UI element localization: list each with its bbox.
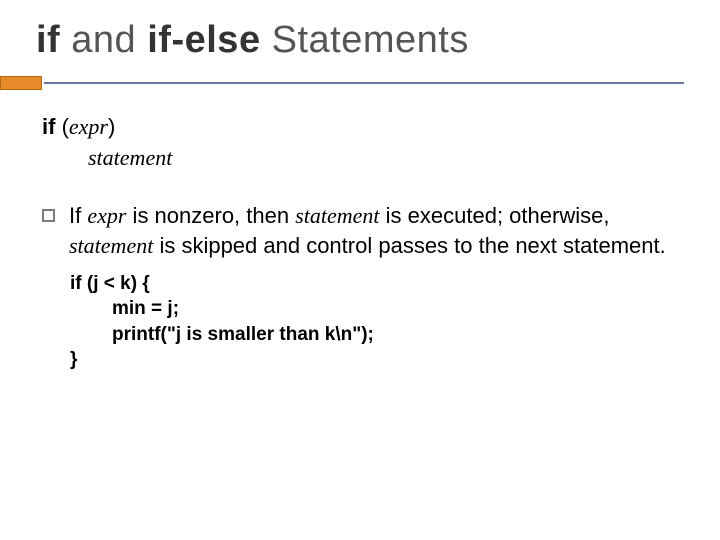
bullet-expr: expr (87, 203, 126, 228)
title-ifelse: if-else (147, 19, 260, 61)
syntax-if-keyword: if (42, 114, 55, 139)
title-if: if (36, 19, 60, 61)
code-block: if (j < k) { min = j; printf("j is small… (42, 271, 678, 374)
bullet-t3: is executed; otherwise, (380, 203, 610, 228)
title-accent (0, 76, 684, 90)
code-line-1: if (j < k) { (70, 271, 678, 297)
accent-rule (44, 82, 684, 84)
bullet-t2: is nonzero, then (126, 203, 295, 228)
code-line-4: } (70, 347, 678, 373)
syntax-statement: statement (42, 143, 678, 173)
syntax-block: if (expr) statement (42, 112, 678, 173)
accent-orange-box (0, 76, 42, 90)
bullet-item: If expr is nonzero, then statement is ex… (42, 201, 678, 260)
bullet-stmt1: statement (295, 203, 379, 228)
syntax-close-paren: ) (108, 114, 115, 139)
code-line-3: printf("j is smaller than k\n"); (70, 322, 678, 348)
syntax-row1: if (expr) (42, 112, 678, 142)
code-line-2: min = j; (70, 296, 678, 322)
bullet-icon (42, 209, 55, 222)
slide-body: if (expr) statement If expr is nonzero, … (36, 96, 684, 373)
syntax-expr: expr (69, 114, 108, 139)
title-statements: Statements (261, 19, 469, 61)
bullet-text: If expr is nonzero, then statement is ex… (69, 201, 678, 260)
bullet-t4: is skipped and control passes to the nex… (153, 233, 665, 258)
bullet-t1: If (69, 203, 87, 228)
title-and: and (60, 19, 147, 61)
bullet-stmt2: statement (69, 233, 153, 258)
slide: if and if-else Statements if (expr) stat… (0, 0, 720, 540)
syntax-open-paren: ( (55, 114, 68, 139)
slide-title: if and if-else Statements (36, 20, 684, 76)
